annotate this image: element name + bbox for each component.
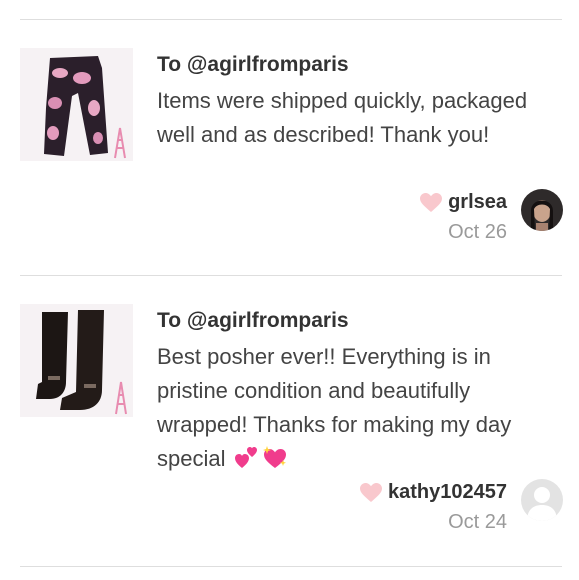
review-author[interactable]: kathy102457: [360, 481, 507, 504]
review-divider: [20, 275, 562, 276]
pink-camo-pants-icon: [20, 48, 133, 161]
review-recipient[interactable]: To @agirlfromparis: [157, 53, 349, 77]
review-recipient[interactable]: To @agirlfromparis: [157, 309, 349, 333]
heart-icon: [420, 192, 443, 213]
user-photo-icon: [521, 189, 563, 231]
review-message: Items were shipped quickly, packaged wel…: [157, 88, 528, 147]
author-username[interactable]: grlsea: [448, 191, 507, 214]
two-hearts-emoji-icon: [234, 444, 260, 470]
review-date: Oct 24: [448, 511, 507, 533]
sparkling-heart-emoji-icon: [262, 444, 288, 470]
review-date: Oct 26: [448, 221, 507, 243]
review-message-text: Best posher ever!! Everything is in pris…: [157, 344, 512, 471]
bottom-divider: [20, 566, 562, 567]
listing-thumbnail[interactable]: [20, 304, 133, 417]
review-message: Best posher ever!! Everything is in pris…: [157, 340, 547, 476]
user-avatar[interactable]: [521, 479, 563, 521]
black-boots-icon: [20, 304, 133, 417]
default-avatar-icon: [521, 479, 563, 521]
review-author[interactable]: grlsea: [420, 191, 507, 214]
top-divider: [20, 19, 562, 20]
user-avatar[interactable]: [521, 189, 563, 231]
heart-icon: [360, 482, 383, 503]
listing-thumbnail[interactable]: [20, 48, 133, 161]
author-username[interactable]: kathy102457: [388, 481, 507, 504]
